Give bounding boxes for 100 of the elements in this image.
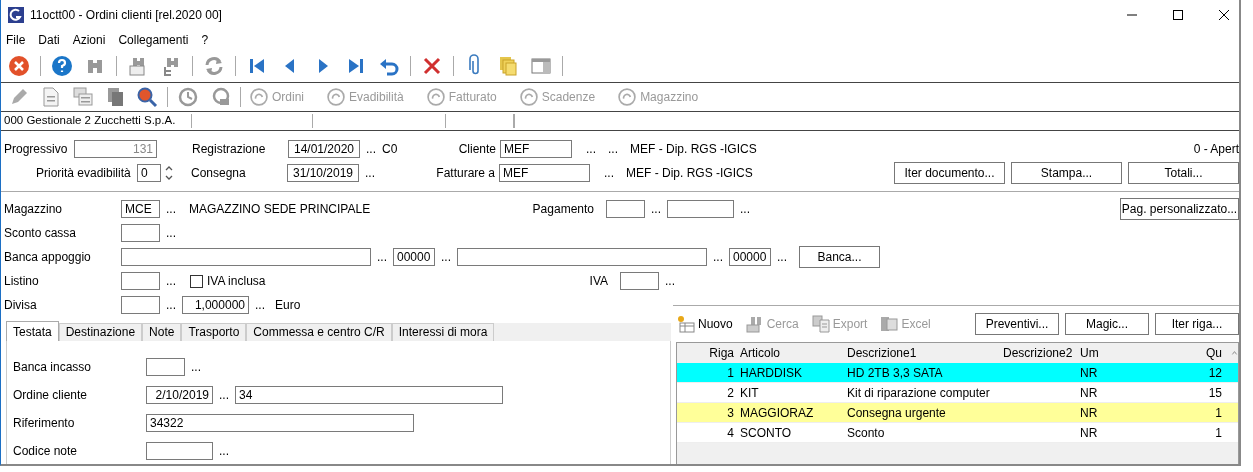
field-label: Codice note (13, 444, 79, 458)
grid-button[interactable]: Iter riga... (1155, 313, 1239, 335)
lookup-button[interactable]: ... (602, 142, 624, 156)
currency-field[interactable] (121, 296, 160, 314)
table-row[interactable]: 4 SCONTO Sconto NR 1 (677, 423, 1238, 443)
abi-field[interactable]: 00000 (393, 248, 435, 266)
payment-field[interactable] (606, 200, 645, 218)
lookup-button[interactable]: ... (249, 298, 271, 312)
lookup-button[interactable]: ... (185, 360, 207, 374)
payment-field[interactable] (667, 200, 734, 218)
menu-item[interactable]: Collegamenti (118, 33, 189, 47)
menu-item[interactable]: File (6, 33, 26, 47)
column-header[interactable]: Descrizione1 (844, 346, 1000, 360)
table-row[interactable]: 2 KIT Kit di riparazione computer NR 15 (677, 383, 1238, 403)
checkbox[interactable] (190, 274, 203, 288)
lookup-button[interactable]: ... (359, 166, 381, 180)
customer-field[interactable]: MEF (500, 140, 572, 158)
spin-field[interactable]: 0 (137, 164, 161, 182)
lookup-button[interactable]: ... (160, 298, 182, 312)
export-icon (810, 314, 831, 334)
bank-field[interactable] (146, 358, 185, 376)
custom-payment-button[interactable]: Pag. personalizzato... (1120, 198, 1239, 220)
lookup-button[interactable]: ... (160, 274, 182, 288)
help-icon[interactable] (50, 54, 74, 78)
tab[interactable]: Destinazione (58, 323, 143, 341)
tab[interactable]: Commessa e centro C/R (246, 323, 392, 341)
date-field[interactable]: 14/01/2020 (288, 140, 360, 158)
lookup-button[interactable]: ... (771, 250, 793, 264)
bank-field[interactable] (121, 248, 371, 266)
price-list-field[interactable] (121, 272, 160, 290)
lookup-button[interactable]: ... (580, 142, 602, 156)
date-field[interactable]: 2/10/2019 (146, 386, 213, 404)
field-label: Magazzino (4, 202, 64, 216)
table-cell-text: NR (1079, 365, 1099, 380)
lookup-button[interactable]: ... (659, 274, 681, 288)
history-icon[interactable] (176, 85, 200, 109)
lookup-button[interactable]: ... (435, 250, 457, 264)
tab[interactable]: Note (142, 323, 182, 341)
column-header[interactable]: Um (1077, 346, 1127, 360)
warehouse-name: MAGAZZINO SEDE PRINCIPALE (189, 202, 371, 216)
window-title: 11octt00 - Ordini clienti [rel.2020 00] (30, 8, 222, 22)
lookup-button[interactable]: ... (707, 250, 729, 264)
table-row[interactable]: 1 HARDDISK HD 2TB 3,3 SATA NR 12 (677, 363, 1238, 383)
tab[interactable]: Testata (6, 321, 59, 341)
menu-item[interactable]: ? (201, 33, 209, 47)
discount-field[interactable] (121, 224, 160, 242)
lookup-button[interactable]: ... (371, 250, 393, 264)
table-row[interactable]: 3 MAGGIORAZ Consegna urgente NR 1 (677, 403, 1238, 423)
reference-field[interactable]: 34322 (146, 414, 414, 432)
column-header[interactable]: Descrizione2 (1000, 346, 1077, 360)
magnifier-icon[interactable] (135, 85, 159, 109)
grid-toolbar-button[interactable]: Nuovo (676, 314, 733, 334)
column-header[interactable]: Articolo (737, 346, 844, 360)
checkbox-label: IVA inclusa (207, 274, 266, 288)
lookup-button[interactable]: ... (598, 166, 620, 180)
lookup-button[interactable]: ... (360, 142, 382, 156)
field-label: Sconto cassa (4, 226, 78, 240)
field-label: Registrazione (192, 142, 267, 156)
lookup-button[interactable]: ... (213, 444, 235, 458)
vat-field[interactable] (620, 272, 659, 290)
table-cell-text: 15 (1207, 385, 1223, 400)
lookup-button[interactable]: ... (160, 226, 182, 240)
exchange-rate-field[interactable]: 1,000000 (182, 296, 249, 314)
field-label: Divisa (4, 298, 38, 312)
lookup-button[interactable]: ... (213, 388, 235, 402)
field-label: Riferimento (13, 416, 76, 430)
order-number-field[interactable]: 34 (235, 386, 503, 404)
action-button[interactable]: Iter documento... (894, 162, 1005, 184)
spinner-icon[interactable] (164, 164, 174, 182)
column-header[interactable]: Qu (1127, 346, 1225, 360)
table-cell-text: 4 (726, 425, 735, 440)
lookup-button[interactable]: ... (734, 202, 756, 216)
notes-code-field[interactable] (146, 442, 213, 460)
table-cell-text: 1 (1214, 425, 1223, 440)
company-name: 000 Gestionale 2 Zucchetti S.p.A. (1, 114, 192, 128)
grid-button[interactable]: Magic... (1065, 313, 1149, 335)
action-button[interactable]: Stampa... (1011, 162, 1122, 184)
bank-button[interactable]: Banca... (799, 246, 880, 268)
warehouse-field[interactable]: MCE (121, 200, 160, 218)
maximize-icon[interactable] (1173, 10, 1183, 20)
action-button[interactable]: Totali... (1128, 162, 1239, 184)
column-header[interactable]: Riga (677, 346, 737, 360)
lookup-button[interactable]: ... (160, 202, 182, 216)
menu-item[interactable]: Dati (38, 33, 60, 47)
menu-item[interactable]: Azioni (72, 33, 106, 47)
table-cell-text: 1 (1214, 405, 1223, 420)
date-field[interactable]: 31/10/2019 (287, 164, 359, 182)
field-label: Listino (4, 274, 40, 288)
customer-field[interactable]: MEF (499, 164, 590, 182)
tab[interactable]: Interessi di mora (391, 323, 495, 341)
bank-field[interactable] (457, 248, 707, 266)
table-cell-text: 3 (726, 405, 735, 420)
tab[interactable]: Trasporto (181, 323, 247, 341)
close-icon[interactable] (1219, 10, 1229, 20)
table-cell-text: 1 (726, 365, 735, 380)
cab-field[interactable]: 00000 (729, 248, 771, 266)
documents-list-icon[interactable] (71, 85, 95, 109)
lookup-button[interactable]: ... (645, 202, 667, 216)
grid-button[interactable]: Preventivi... (975, 313, 1059, 335)
field-label: Banca appoggio (4, 250, 92, 264)
